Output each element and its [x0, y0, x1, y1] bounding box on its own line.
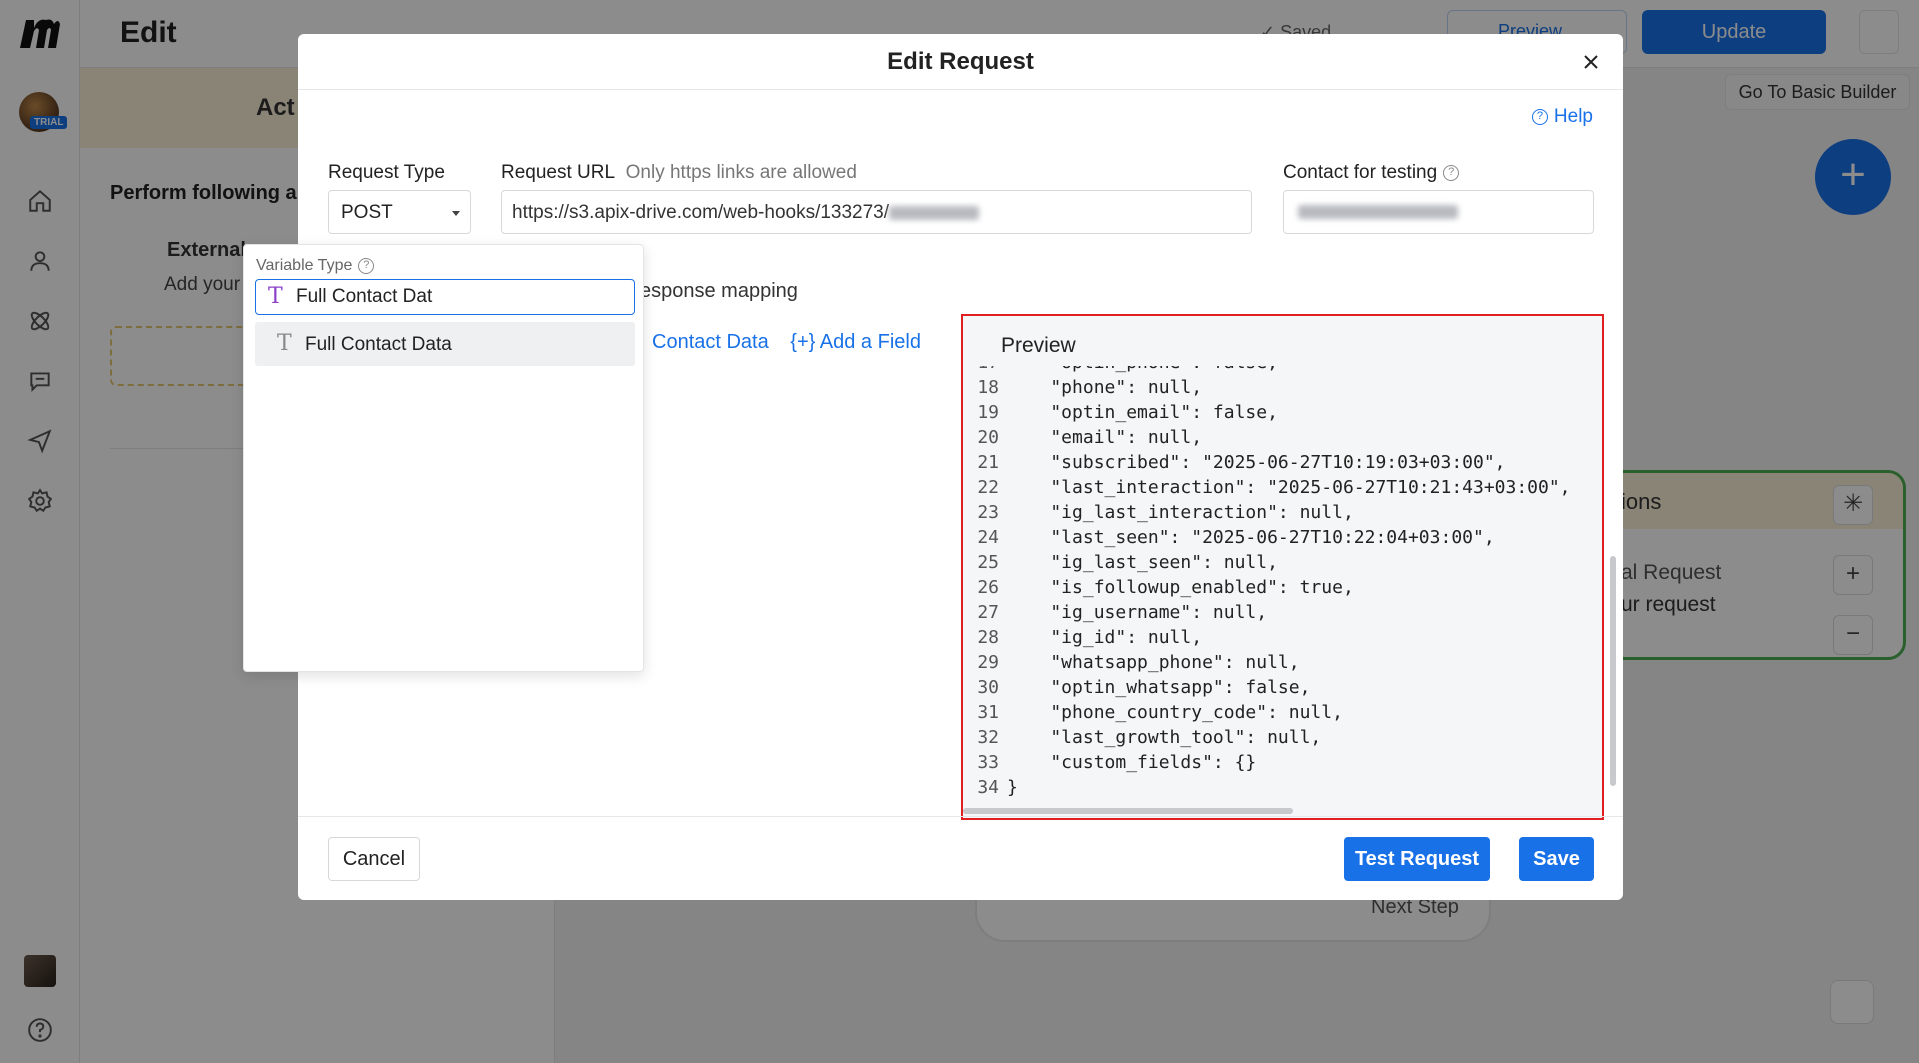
code-text: "phone_country_code": null,	[1007, 702, 1343, 723]
request-type-select[interactable]: POST	[328, 190, 471, 234]
code-line: 17 "optin_phone": false,	[963, 366, 1583, 375]
line-number: 29	[977, 652, 999, 673]
code-line: 19 "optin_email": false,	[963, 400, 1583, 425]
code-text: "optin_email": false,	[1007, 402, 1278, 423]
vertical-scrollbar[interactable]	[1610, 556, 1616, 786]
help-circle-icon: ?	[1531, 109, 1548, 125]
code-text: "ig_last_interaction": null,	[1007, 502, 1354, 523]
contact-testing-label-row: Contact for testing ?	[1283, 162, 1460, 184]
code-text: "phone": null,	[1007, 377, 1203, 398]
code-line: 20 "email": null,	[963, 425, 1583, 450]
line-number: 27	[977, 602, 999, 623]
line-number: 30	[977, 677, 999, 698]
line-number: 21	[977, 452, 999, 473]
code-line: 25 "ig_last_seen": null,	[963, 550, 1583, 575]
request-url-hint: Only https links are allowed	[625, 162, 857, 183]
code-text: "optin_phone": false,	[1007, 366, 1278, 373]
code-line: 32 "last_growth_tool": null,	[963, 725, 1583, 750]
line-number: 26	[977, 577, 999, 598]
contact-testing-label: Contact for testing	[1283, 162, 1438, 183]
variable-type-option[interactable]: T Full Contact Data	[255, 322, 635, 366]
line-number: 18	[977, 377, 999, 398]
variable-type-search-input[interactable]: T Full Contact Dat	[255, 279, 635, 315]
code-line: 22 "last_interaction": "2025-06-27T10:21…	[963, 475, 1583, 500]
modal-title: Edit Request	[887, 48, 1034, 75]
info-icon[interactable]: ?	[1443, 165, 1460, 181]
request-url-label-row: Request URL Only https links are allowed	[501, 162, 857, 184]
code-line: 29 "whatsapp_phone": null,	[963, 650, 1583, 675]
request-type-value: POST	[341, 202, 393, 223]
variable-type-option-label: Full Contact Data	[305, 334, 452, 355]
code-text: "last_interaction": "2025-06-27T10:21:43…	[1007, 477, 1571, 498]
code-text: "optin_whatsapp": false,	[1007, 677, 1311, 698]
body-links-row: Contact Data {+} Add a Field	[652, 331, 937, 354]
request-type-label: Request Type	[328, 162, 445, 183]
code-text: "ig_last_seen": null,	[1007, 552, 1278, 573]
code-text: "last_seen": "2025-06-27T10:22:04+03:00"…	[1007, 527, 1495, 548]
caret-down-icon	[452, 211, 460, 216]
code-line: 34}	[963, 775, 1583, 800]
text-type-icon: T	[277, 331, 292, 356]
line-number: 25	[977, 552, 999, 573]
code-line: 33 "custom_fields": {}	[963, 750, 1583, 775]
redacted-text	[889, 205, 980, 220]
test-request-button[interactable]: Test Request	[1344, 837, 1490, 881]
code-line: 23 "ig_last_interaction": null,	[963, 500, 1583, 525]
code-text: "ig_id": null,	[1007, 627, 1203, 648]
tab-response-mapping[interactable]: esponse mapping	[640, 280, 798, 303]
cancel-button[interactable]: Cancel	[328, 837, 420, 881]
line-number: 20	[977, 427, 999, 448]
variable-type-label: Variable Type	[256, 257, 353, 274]
add-field-link[interactable]: {+} Add a Field	[790, 331, 921, 353]
request-url-label: Request URL	[501, 162, 615, 183]
request-url-value: https://s3.apix-drive.com/web-hooks/1332…	[512, 202, 890, 223]
text-type-icon: T	[268, 284, 283, 309]
code-line: 30 "optin_whatsapp": false,	[963, 675, 1583, 700]
code-line: 21 "subscribed": "2025-06-27T10:19:03+03…	[963, 450, 1583, 475]
variable-type-search-value: Full Contact Dat	[296, 286, 433, 307]
variable-type-label-row: Variable Type ?	[256, 257, 375, 275]
save-button[interactable]: Save	[1519, 837, 1594, 881]
line-number: 24	[977, 527, 999, 548]
line-number: 33	[977, 752, 999, 773]
code-text: }	[1007, 777, 1018, 798]
line-number: 17	[963, 366, 999, 375]
line-number: 28	[977, 627, 999, 648]
horizontal-scrollbar[interactable]	[963, 808, 1293, 814]
code-text: "ig_username": null,	[1007, 602, 1268, 623]
line-number: 31	[977, 702, 999, 723]
footer-divider	[298, 816, 1623, 817]
line-number: 32	[977, 727, 999, 748]
contact-data-link[interactable]: Contact Data	[652, 331, 769, 353]
line-number: 23	[977, 502, 999, 523]
contact-testing-select[interactable]	[1283, 190, 1594, 234]
preview-code[interactable]: 17 "optin_phone": false,18 "phone": null…	[963, 366, 1583, 816]
code-line: 28 "ig_id": null,	[963, 625, 1583, 650]
close-icon[interactable]	[1577, 48, 1605, 76]
code-text: "whatsapp_phone": null,	[1007, 652, 1300, 673]
line-number: 19	[977, 402, 999, 423]
code-line: 27 "ig_username": null,	[963, 600, 1583, 625]
code-text: "email": null,	[1007, 427, 1203, 448]
variable-type-popover: Variable Type ? T Full Contact Dat T Ful…	[243, 244, 644, 672]
code-line: 31 "phone_country_code": null,	[963, 700, 1583, 725]
preview-pane: Preview 17 "optin_phone": false,18 "phon…	[961, 314, 1616, 820]
code-line: 18 "phone": null,	[963, 375, 1583, 400]
code-line: 26 "is_followup_enabled": true,	[963, 575, 1583, 600]
code-line: 24 "last_seen": "2025-06-27T10:22:04+03:…	[963, 525, 1583, 550]
line-number: 34	[977, 777, 999, 798]
preview-title: Preview	[1001, 334, 1076, 357]
code-text: "subscribed": "2025-06-27T10:19:03+03:00…	[1007, 452, 1506, 473]
help-link[interactable]: ? Help	[1531, 106, 1593, 128]
request-url-input[interactable]: https://s3.apix-drive.com/web-hooks/1332…	[501, 190, 1252, 234]
code-text: "last_growth_tool": null,	[1007, 727, 1322, 748]
line-number: 22	[977, 477, 999, 498]
help-link-label: Help	[1553, 106, 1593, 127]
modal-header: Edit Request	[298, 34, 1623, 90]
code-text: "is_followup_enabled": true,	[1007, 577, 1354, 598]
info-icon[interactable]: ?	[358, 258, 375, 274]
redacted-contact-name	[1298, 204, 1458, 219]
code-text: "custom_fields": {}	[1007, 752, 1257, 773]
